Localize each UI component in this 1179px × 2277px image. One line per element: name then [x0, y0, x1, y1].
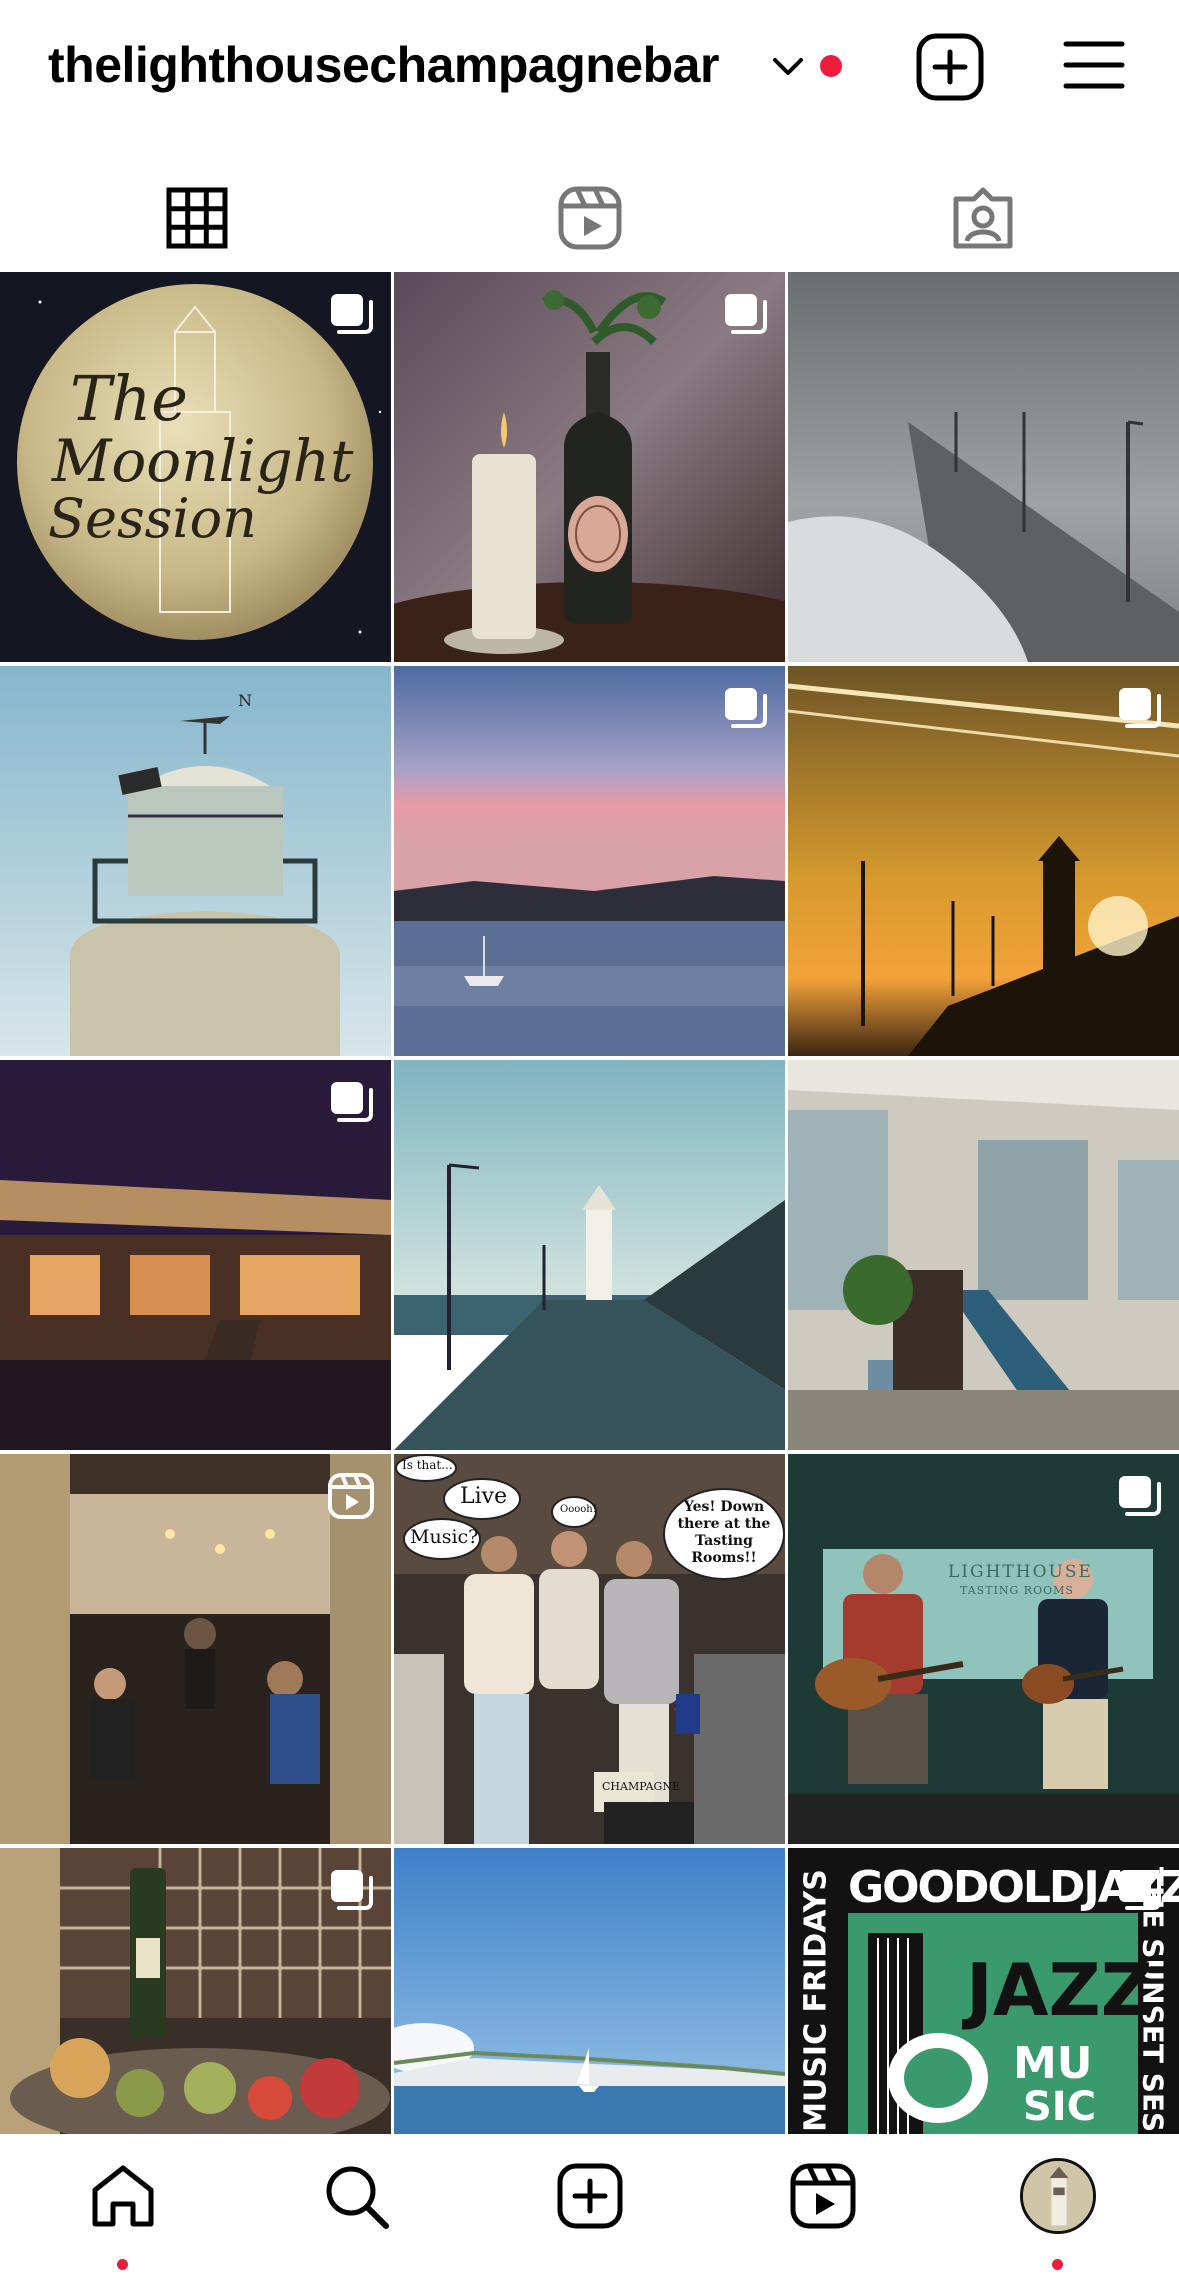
carousel-icon [331, 1870, 373, 1910]
post-guitar-duo[interactable]: LIGHTHOUSE TASTING ROOMS [788, 1454, 1179, 1844]
post-lighthouse-top[interactable]: N [0, 666, 391, 1056]
speech-bubble-tiny: Ooooh! [560, 1504, 597, 1515]
bottom-tab-bar [0, 2134, 1179, 2277]
post-bar-terrace-day[interactable] [788, 1060, 1179, 1450]
carousel-icon [331, 1082, 373, 1122]
poster-left-text: MUSIC FRIDAYS [798, 1869, 834, 2132]
lighthouse-top-image [0, 666, 391, 1056]
grid-icon [166, 187, 227, 248]
post-good-old-jazz-poster[interactable]: GOODOLDJAZZ MUSIC FRIDAYS THE SUNSET SES… [788, 1848, 1179, 2134]
home-activity-dot [117, 2259, 128, 2270]
post-golden-sunset-lighthouse[interactable] [788, 666, 1179, 1056]
plus-square-icon [557, 2163, 623, 2229]
hamburger-menu-icon[interactable] [1063, 38, 1125, 92]
carousel-icon [1119, 1476, 1161, 1516]
poster-music-2: SIC [1023, 2084, 1097, 2130]
moonlight-title-line3: Session [48, 487, 257, 550]
bar-sign-line1: LIGHTHOUSE [948, 1562, 1093, 1582]
carousel-icon [1119, 1870, 1161, 1910]
nav-reels[interactable] [783, 2156, 863, 2236]
moonlight-title-line2: Moonlight [52, 427, 354, 495]
post-jazz-band-inside[interactable] [0, 1454, 391, 1844]
tab-reels[interactable] [393, 165, 786, 270]
pier-lighthouse-image [394, 1060, 785, 1450]
post-bar-at-night[interactable] [0, 1060, 391, 1450]
chevron-down-icon[interactable] [770, 52, 806, 80]
nav-profile[interactable] [1018, 2156, 1098, 2236]
carousel-icon [331, 294, 373, 334]
notification-dot [820, 55, 842, 77]
nav-create[interactable] [550, 2156, 630, 2236]
profile-header: thelighthousechampagnebar [0, 0, 1179, 140]
speech-bubble-live: Live [460, 1484, 508, 1509]
speech-bubble-music: Music? [410, 1526, 479, 1548]
avatar [1020, 2158, 1096, 2234]
tagged-user-icon [953, 187, 1012, 248]
tab-tagged[interactable] [786, 165, 1179, 270]
bar-terrace-image [788, 1060, 1179, 1450]
carousel-icon [725, 294, 767, 334]
poster-music-1: MU [1013, 2038, 1093, 2089]
profile-tabs [0, 165, 1179, 270]
search-icon [326, 2166, 389, 2229]
reels-icon [558, 186, 621, 249]
nav-home[interactable] [83, 2156, 163, 2236]
speech-bubble-small: Is that... [402, 1458, 453, 1472]
stormy-pier-image [788, 272, 1179, 662]
post-stormy-pier[interactable] [788, 272, 1179, 662]
posts-grid: The Moonlight Session N Is that... Live … [0, 272, 1179, 2134]
post-binoculars-women[interactable]: Is that... Live Music? Ooooh! Yes! Down … [394, 1454, 785, 1844]
white-cliffs-image [394, 1848, 785, 2134]
champagne-sign: CHAMPAGNE [602, 1780, 680, 1793]
poster-jazz: JAZZ [966, 1948, 1153, 2032]
account-switcher-username[interactable]: thelighthousechampagnebar [48, 36, 719, 94]
post-candle-champagne[interactable] [394, 272, 785, 662]
post-pier-lighthouse-day[interactable] [394, 1060, 785, 1450]
carousel-icon [725, 688, 767, 728]
speech-bubble-right: Yes! Down there at the Tasting Rooms!! [677, 1499, 771, 1566]
post-pink-sunset-harbour[interactable] [394, 666, 785, 1056]
carousel-icon [1119, 688, 1161, 728]
reels-icon [328, 1473, 374, 1519]
reels-icon [790, 2163, 856, 2229]
moonlight-title-line1: The [70, 362, 188, 435]
nav-search[interactable] [316, 2156, 396, 2236]
tab-posts-grid[interactable] [0, 165, 393, 270]
post-champagne-platter[interactable] [0, 1848, 391, 2134]
profile-lighthouse-icon [1023, 2161, 1093, 2231]
create-plus-icon[interactable] [915, 32, 985, 102]
post-white-cliffs-sailboat[interactable] [394, 1848, 785, 2134]
post-moonlight-session[interactable]: The Moonlight Session [0, 272, 391, 662]
bar-sign-line2: TASTING ROOMS [960, 1584, 1074, 1597]
weathervane-n: N [238, 691, 252, 710]
home-icon [92, 2165, 154, 2227]
profile-activity-dot [1052, 2259, 1063, 2270]
